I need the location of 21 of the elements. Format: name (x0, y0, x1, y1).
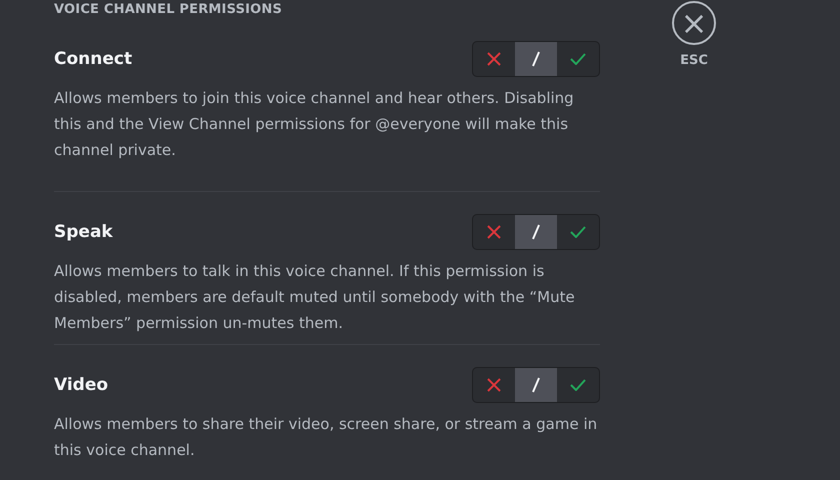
check-icon (570, 53, 586, 65)
permission-name: Connect (54, 49, 132, 69)
toggle-option[interactable] (515, 215, 557, 249)
permission-name: Speak (54, 222, 113, 242)
cross-icon (487, 225, 501, 239)
slash-icon (531, 51, 541, 67)
toggle-option[interactable] (515, 42, 557, 76)
toggle-option[interactable] (515, 368, 557, 402)
check-icon (570, 379, 586, 391)
section-heading: VOICE CHANNEL PERMISSIONS (54, 2, 284, 17)
slash-icon (531, 224, 541, 240)
permission-name: Video (54, 375, 108, 395)
check-icon (570, 226, 586, 238)
slash-icon (531, 377, 541, 393)
esc-label: ESC (680, 53, 708, 68)
cross-icon (487, 52, 501, 66)
cross-icon (487, 378, 501, 392)
permission-description: Allows members to share their video, screen share, or stream a game in this voice channel. (54, 414, 598, 461)
permission-description: Allows members to join this voice channel and hear others. Disabling this and the View Channel permissions for @everyone will make this channel private. (54, 88, 575, 161)
permission-description: Allows members to talk in this voice channel. If this permission is disabled, members are default muted until somebody with the “Mute Members” permission un-mutes them. (54, 261, 576, 334)
close-button[interactable]: × (672, 1, 716, 45)
